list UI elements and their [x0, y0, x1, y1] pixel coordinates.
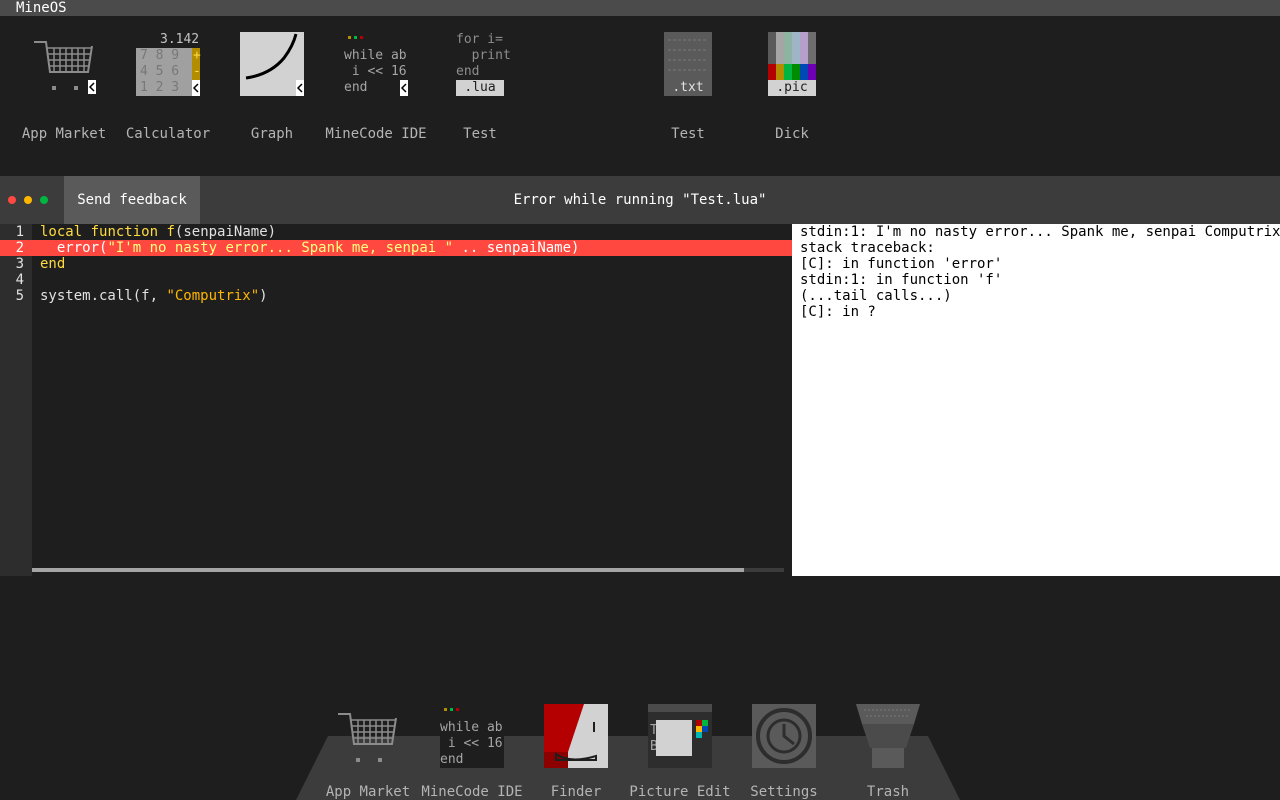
- traceback-line: [C]: in ?: [800, 304, 876, 320]
- traceback-line: [C]: in function 'error': [800, 256, 1003, 272]
- traceback-line: stack traceback:: [800, 240, 935, 256]
- desktop-icon-minecode[interactable]: while ab i << 16 end MineCode IDE: [325, 32, 427, 144]
- dock-label: Trash: [866, 784, 910, 800]
- desktop-icon-dick-pic[interactable]: .pic Dick: [744, 32, 840, 144]
- traceback-line: (...tail calls...): [800, 288, 952, 304]
- trash-icon: [856, 704, 920, 768]
- line-number: 1: [15, 224, 24, 240]
- traceback-line: stdin:1: I'm no nasty error... Spank me,…: [800, 224, 1280, 240]
- shopping-cart-icon: [336, 704, 400, 768]
- code-view[interactable]: 1 2 3 4 5 local function f(senpaiName) e…: [0, 224, 792, 576]
- calculator-icon: 3.142 7 8 9 4 5 6 1 2 3 + -: [136, 32, 201, 96]
- minimize-button[interactable]: [24, 196, 32, 204]
- picture-edit-icon: T B: [648, 704, 712, 768]
- icon-label: Test: [463, 126, 497, 142]
- desktop-icon-test-txt[interactable]: .txt Test: [640, 32, 736, 144]
- lua-file-icon: for i= print end .lua: [448, 32, 512, 96]
- code-editor-icon: while ab i << 16 end: [344, 32, 408, 96]
- line-number-gutter: 1 2 3 4 5: [0, 224, 32, 576]
- line-number: 4: [15, 272, 24, 288]
- icon-label: Dick: [775, 126, 809, 142]
- dock-item-minecode[interactable]: while ab i << 16 end MineCode IDE: [421, 704, 523, 800]
- finder-icon: [544, 704, 608, 768]
- code-line: system.call(f, "Computrix"): [40, 288, 268, 304]
- send-feedback-button[interactable]: Send feedback: [64, 176, 200, 224]
- desktop-icon-calculator[interactable]: 3.142 7 8 9 4 5 6 1 2 3 + - Calculator: [120, 32, 216, 144]
- dock-item-trash[interactable]: Trash: [840, 704, 936, 800]
- dock-item-app-market[interactable]: App Market: [320, 704, 416, 800]
- desktop: App Market 3.142 7 8 9 4 5 6 1 2 3 + - C…: [0, 16, 1280, 176]
- desktop-icon-graph[interactable]: Graph: [224, 32, 320, 144]
- window-titlebar: Send feedback Error while running "Test.…: [0, 176, 1280, 224]
- code-line: end: [40, 256, 66, 272]
- dock-item-picture-edit[interactable]: T B Picture Edit: [629, 704, 731, 800]
- line-number-error: 2: [0, 240, 32, 256]
- scrollbar-thumb[interactable]: [32, 568, 744, 572]
- shopping-cart-icon: [32, 32, 96, 96]
- code-editor-icon: while ab i << 16 end: [440, 704, 504, 768]
- code-line: local function f(senpaiName): [40, 224, 277, 240]
- code-line-error: error("I'm no nasty error... Spank me, s…: [32, 240, 792, 256]
- line-number: 3: [15, 256, 24, 272]
- maximize-button[interactable]: [40, 196, 48, 204]
- picture-file-icon: .pic: [768, 32, 816, 96]
- menu-bar: MineOS: [0, 0, 1280, 16]
- horizontal-scrollbar[interactable]: [32, 568, 784, 572]
- error-window: Send feedback Error while running "Test.…: [0, 176, 1280, 576]
- traceback-line: stdin:1: in function 'f': [800, 272, 1003, 288]
- os-menu[interactable]: MineOS: [16, 0, 67, 16]
- line-number: 5: [15, 288, 24, 304]
- dock-item-settings[interactable]: Settings: [736, 704, 832, 800]
- graph-icon: [240, 32, 304, 96]
- dock-item-finder[interactable]: Finder: [528, 704, 624, 800]
- error-traceback: stdin:1: I'm no nasty error... Spank me,…: [792, 224, 1280, 576]
- window-title: Error while running "Test.lua": [513, 192, 767, 208]
- desktop-icon-test-lua[interactable]: for i= print end .lua Test: [432, 32, 528, 144]
- text-file-icon: .txt: [664, 32, 712, 96]
- settings-icon: [752, 704, 816, 768]
- close-button[interactable]: [8, 196, 16, 204]
- desktop-icon-app-market[interactable]: App Market: [16, 32, 112, 144]
